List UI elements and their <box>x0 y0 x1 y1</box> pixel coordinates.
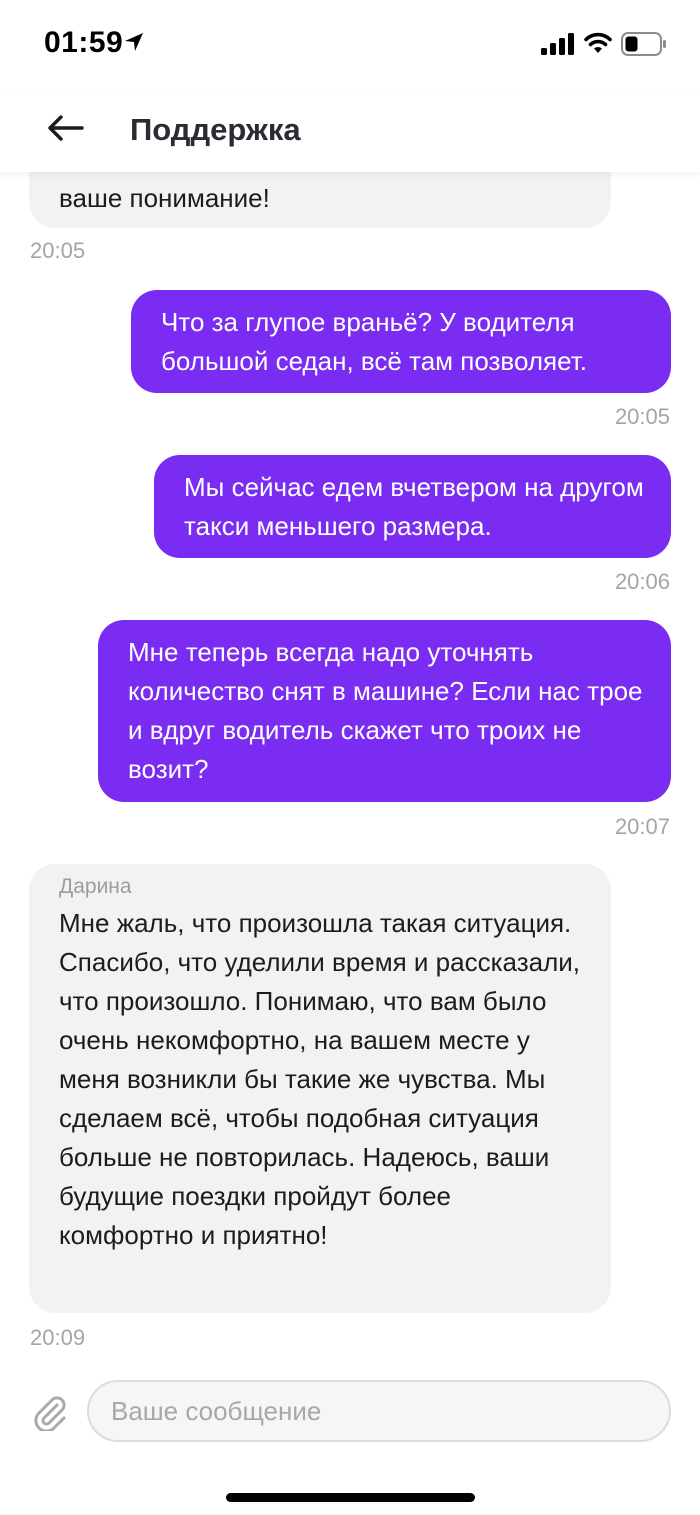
message-bubble-outgoing: Мне теперь всегда надо уточнять количест… <box>98 620 671 802</box>
message-bubble-outgoing: Что за глупое враньё? У водителя большой… <box>131 290 671 393</box>
message-text: Что за глупое враньё? У водителя большой… <box>161 307 587 376</box>
message-text: Мне теперь всегда надо уточнять количест… <box>128 637 643 784</box>
location-arrow-icon <box>125 33 143 51</box>
message-bubble-incoming: Дарина Мне жаль, что произошла такая сит… <box>29 864 611 1313</box>
sender-name: Дарина <box>59 875 132 898</box>
paperclip-icon[interactable] <box>33 1393 67 1431</box>
home-indicator <box>226 1493 475 1502</box>
message-timestamp: 20:05 <box>614 404 670 429</box>
message-timestamp: 20:09 <box>30 1325 86 1350</box>
message-bubble-incoming: ваше понимание! <box>29 172 611 228</box>
chat-screen: 01:59 Поддержка ваше понимание! 20:05 Чт… <box>0 0 700 1515</box>
page-title: Поддержка <box>130 112 301 147</box>
message-text: Мы сейчас едем вчетвером на другом такси… <box>184 472 644 541</box>
message-text: Мне жаль, что произошла такая ситуация. … <box>59 908 580 1250</box>
wifi-icon <box>584 32 612 53</box>
message-text: ваше понимание! <box>59 183 270 213</box>
message-input[interactable] <box>87 1380 671 1442</box>
back-arrow-icon[interactable] <box>46 114 84 142</box>
message-timestamp: 20:05 <box>30 238 86 263</box>
chat-messages: ваше понимание! 20:05 Что за глупое вран… <box>0 172 700 1372</box>
battery-icon <box>621 32 666 56</box>
message-timestamp: 20:06 <box>614 569 670 594</box>
status-time: 01:59 <box>44 26 124 59</box>
message-timestamp: 20:07 <box>614 814 670 839</box>
status-bar: 01:59 <box>0 0 700 90</box>
top-nav-bar: Поддержка <box>0 90 700 172</box>
signal-icon <box>541 33 574 55</box>
message-bubble-outgoing: Мы сейчас едем вчетвером на другом такси… <box>154 455 671 558</box>
